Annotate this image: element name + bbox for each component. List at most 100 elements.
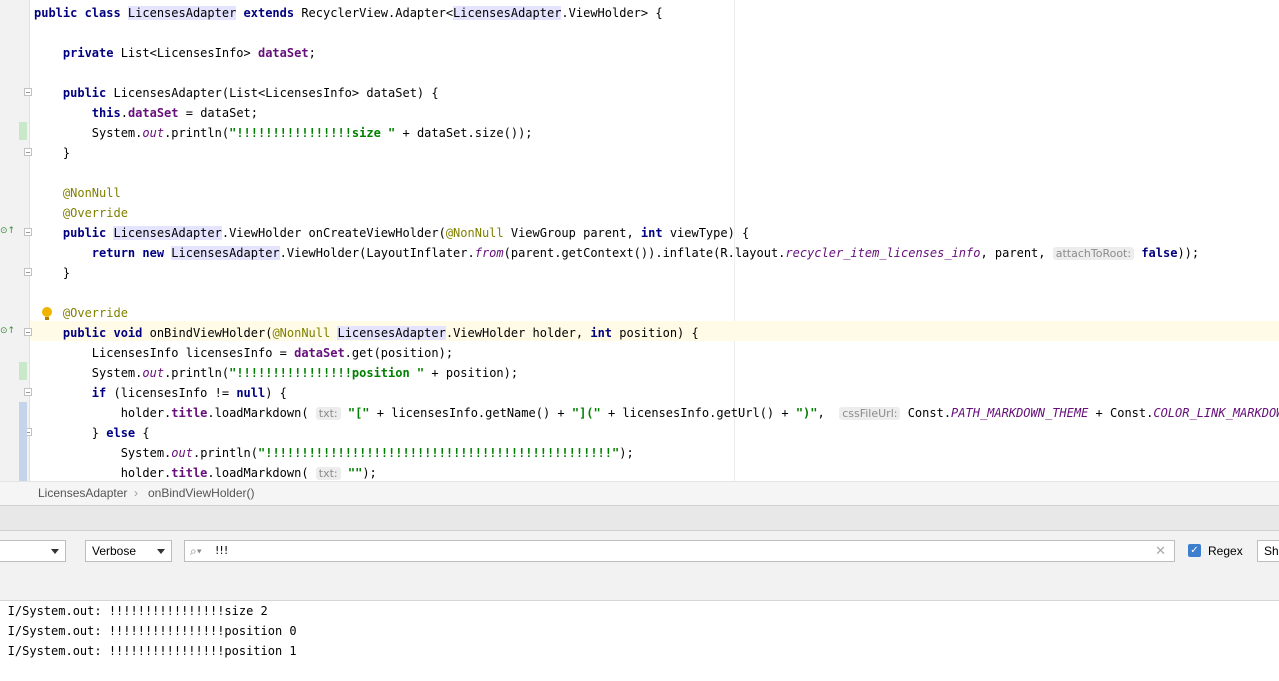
breadcrumb-separator: › — [134, 486, 138, 500]
code-token: .loadMarkdown( — [207, 406, 316, 420]
code-line[interactable]: System.out.println("!!!!!!!!!!!!!!!!posi… — [34, 363, 1279, 383]
code-token: LicensesAdapter — [453, 6, 562, 20]
log-line[interactable]: ad I/System.out: !!!!!!!!!!!!!!!!positio… — [0, 621, 297, 641]
code-line[interactable]: private List<LicensesInfo> dataSet; — [34, 43, 1279, 63]
code-token: } — [34, 426, 107, 440]
log-line[interactable]: ad I/System.out: !!!!!!!!!!!!!!!!positio… — [0, 641, 297, 661]
code-token: ) { — [265, 386, 287, 400]
code-line[interactable] — [34, 283, 1279, 303]
code-token: )); — [1177, 246, 1200, 260]
code-token: else — [106, 426, 143, 440]
code-token: PATH_MARKDOWN_THEME — [951, 406, 1089, 420]
code-token: ); — [362, 466, 377, 480]
magnifier-icon[interactable]: ⌕▾ — [190, 544, 206, 558]
code-token: LicensesAdapter(List<LicensesInfo> dataS… — [113, 86, 439, 100]
code-line[interactable]: } — [34, 263, 1279, 283]
code-line[interactable]: } else { — [34, 423, 1279, 443]
code-token: dataSet — [257, 46, 309, 60]
code-lines[interactable]: public class LicensesAdapter extends Rec… — [34, 3, 1279, 481]
code-token: private — [62, 46, 121, 60]
fold-marker[interactable] — [24, 228, 32, 236]
code-line[interactable]: public LicensesAdapter.ViewHolder onCrea… — [34, 223, 1279, 243]
search-input-value[interactable]: !!! — [215, 544, 228, 557]
log-line[interactable]: ad I/System.out: !!!!!!!!!!!!!!!!size 2 — [0, 601, 268, 621]
code-token: public — [62, 86, 114, 100]
code-line[interactable]: public LicensesAdapter(List<LicensesInfo… — [34, 83, 1279, 103]
fold-marker[interactable] — [24, 388, 32, 396]
log-level-select[interactable]: Verbose — [85, 540, 172, 562]
code-token: viewType) { — [669, 226, 750, 240]
fold-marker[interactable] — [24, 268, 32, 276]
fold-marker[interactable] — [24, 148, 32, 156]
code-line[interactable] — [34, 23, 1279, 43]
code-token: COLOR_LINK_MARKDOWN — [1153, 406, 1279, 420]
code-line[interactable]: } — [34, 143, 1279, 163]
vcs-added-marker[interactable] — [19, 122, 27, 140]
fold-marker[interactable] — [24, 328, 32, 336]
parameter-hint: txt: — [315, 467, 341, 480]
vcs-added-marker[interactable] — [19, 362, 27, 380]
process-select[interactable] — [0, 540, 66, 562]
regex-checkbox[interactable]: ✓ — [1188, 544, 1201, 557]
code-line[interactable]: @NonNull — [34, 183, 1279, 203]
code-token: out — [171, 446, 193, 460]
code-line[interactable]: holder.title.loadMarkdown( txt: "[" + li… — [34, 403, 1279, 423]
code-line[interactable]: @Override — [34, 303, 1279, 323]
code-token: int — [590, 326, 620, 340]
code-line[interactable]: public class LicensesAdapter extends Rec… — [34, 3, 1279, 23]
override-method-icon[interactable]: ⊙↑ — [0, 326, 15, 338]
code-line[interactable]: System.out.println("!!!!!!!!!!!!!!!!size… — [34, 123, 1279, 143]
code-token: + Const. — [1088, 406, 1154, 420]
code-token: position) { — [619, 326, 699, 340]
vcs-modified-marker[interactable] — [19, 402, 27, 481]
code-token: System. — [34, 366, 143, 380]
code-editor[interactable]: ⊙↑ ⊙↑ public class LicensesAdapter exten… — [0, 0, 1279, 481]
regex-label[interactable]: Regex — [1208, 544, 1243, 558]
code-line[interactable] — [34, 63, 1279, 83]
breadcrumb-method[interactable]: onBindViewHolder() — [148, 486, 255, 500]
code-token: "" — [347, 466, 363, 480]
code-token: List<LicensesInfo> — [120, 46, 258, 60]
code-token: @Override — [62, 206, 128, 220]
code-line[interactable]: public void onBindViewHolder(@NonNull Li… — [34, 323, 1279, 343]
code-token: extends — [236, 6, 302, 20]
code-token: = dataSet; — [178, 106, 258, 120]
code-token: recycler_item_licenses_info — [785, 246, 981, 260]
code-token: public — [62, 226, 114, 240]
code-line[interactable]: LicensesInfo licensesInfo = dataSet.get(… — [34, 343, 1279, 363]
code-token: this — [91, 106, 121, 120]
logcat-search-field[interactable]: ⌕▾ !!! ✕ — [184, 540, 1175, 562]
code-token: + position); — [424, 366, 519, 380]
code-line[interactable]: holder.title.loadMarkdown( txt: ""); — [34, 463, 1279, 481]
clear-search-icon[interactable]: ✕ — [1155, 543, 1166, 559]
fold-marker[interactable] — [24, 88, 32, 96]
code-token: return new — [91, 246, 172, 260]
code-token: int — [640, 226, 670, 240]
code-token: LicensesAdapter — [113, 226, 222, 240]
code-line[interactable]: System.out.println("!!!!!!!!!!!!!!!!!!!!… — [34, 443, 1279, 463]
override-method-icon[interactable]: ⊙↑ — [0, 226, 15, 238]
code-line[interactable]: return new LicensesAdapter.ViewHolder(La… — [34, 243, 1279, 263]
code-token: .println( — [192, 446, 258, 460]
code-line[interactable]: this.dataSet = dataSet; — [34, 103, 1279, 123]
code-token: @Override — [62, 306, 128, 320]
code-token: .println( — [164, 366, 230, 380]
code-line[interactable] — [34, 163, 1279, 183]
breadcrumb-class[interactable]: LicensesAdapter — [38, 486, 127, 500]
code-line[interactable]: if (licensesInfo != null) { — [34, 383, 1279, 403]
code-token: from — [474, 246, 504, 260]
gutter-divider — [29, 0, 30, 481]
show-only-selected-button[interactable]: Sho — [1257, 540, 1279, 562]
code-token: LicensesInfo licensesInfo = — [34, 346, 295, 360]
code-token: RecyclerView.Adapter< — [301, 6, 454, 20]
logcat-output[interactable]: ad I/System.out: !!!!!!!!!!!!!!!!size 2 … — [0, 601, 1279, 674]
code-token: "](" — [571, 406, 601, 420]
code-line[interactable]: @Override — [34, 203, 1279, 223]
